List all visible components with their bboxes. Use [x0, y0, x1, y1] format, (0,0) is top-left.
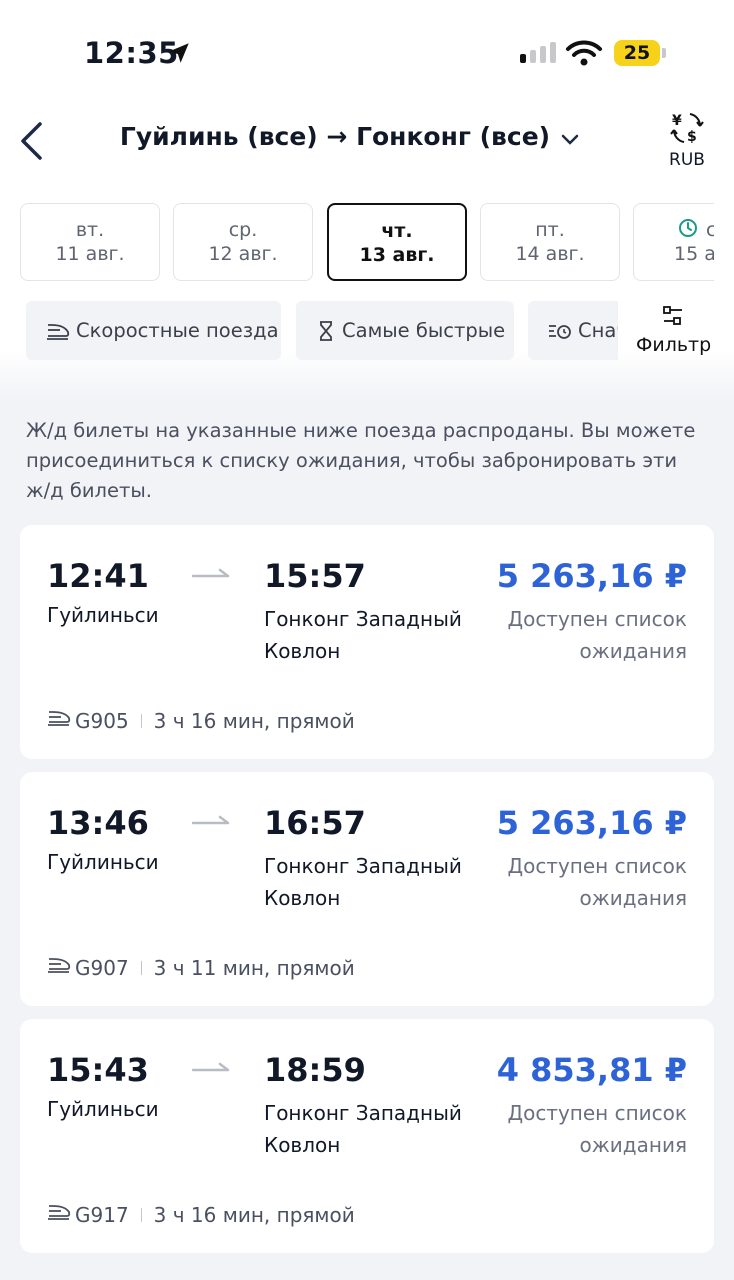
arrival-station: Гонконг Западный Ковлон — [264, 1101, 462, 1157]
train-info: G917 3 ч 16 мин, прямой — [47, 1202, 355, 1227]
train-icon — [47, 1202, 71, 1227]
train-icon — [46, 321, 70, 341]
location-arrow-icon — [166, 40, 192, 70]
arrival-time: 18:59 — [264, 1051, 366, 1089]
waitlist-status: Доступен список ожидания — [507, 1101, 687, 1157]
status-time: 12:35 — [84, 36, 179, 70]
chip-label: Снач — [578, 319, 618, 342]
filter-button[interactable]: Фильтр — [636, 304, 712, 356]
wifi-icon — [566, 40, 602, 70]
departure-time: 15:43 — [47, 1051, 149, 1089]
svg-text:$: $ — [687, 129, 697, 145]
departure-station: Гуйлиньси — [47, 1097, 159, 1121]
departure-station: Гуйлиньси — [47, 850, 159, 874]
train-card[interactable]: 15:43 Гуйлиньси 18:59 Гонконг Западный К… — [20, 1019, 714, 1253]
cellular-signal-icon — [520, 42, 556, 63]
date-tab-day: 13 авг. — [359, 244, 435, 266]
svg-text:¥: ¥ — [672, 113, 682, 129]
train-icon — [47, 955, 71, 980]
clock-icon — [678, 218, 698, 242]
date-tab-dow: с — [706, 219, 714, 241]
filter-label: Фильтр — [636, 334, 712, 356]
departure-time: 12:41 — [47, 557, 149, 595]
route-title[interactable]: Гуйлинь (все) → Гонконг (все) — [100, 122, 600, 153]
currency-label: RUB — [669, 150, 705, 170]
route-arrow-icon — [191, 1057, 230, 1076]
arrival-time: 15:57 — [264, 557, 366, 595]
train-info: G905 3 ч 16 мин, прямой — [47, 708, 355, 733]
ticket-price: 5 263,16 ₽ — [496, 804, 687, 842]
chevron-left-icon — [21, 122, 42, 160]
date-tab-dow: чт. — [381, 220, 413, 242]
route-title-text: Гуйлинь (все) → Гонконг (все) — [119, 122, 551, 151]
trip-duration: 3 ч 16 мин, прямой — [153, 1202, 355, 1227]
train-number: G917 — [75, 1202, 129, 1227]
date-tab-13-selected[interactable]: чт. 13 авг. — [327, 203, 467, 281]
chip-high-speed-trains[interactable]: Скоростные поезда — [26, 301, 281, 360]
waitlist-status: Доступен список ожидания — [507, 607, 687, 663]
chip-sort-earliest[interactable]: Снач — [528, 301, 618, 360]
chevron-down-icon — [560, 124, 580, 153]
train-info: G907 3 ч 11 мин, прямой — [47, 955, 355, 980]
currency-button[interactable]: ¥ $ RUB — [660, 110, 714, 170]
chip-fastest[interactable]: Самые быстрые — [296, 301, 514, 360]
divider — [140, 1207, 142, 1222]
date-tab-15[interactable]: с 15 ав — [633, 203, 714, 281]
date-tab-day: 12 авг. — [208, 243, 278, 265]
departure-station: Гуйлиньси — [47, 603, 159, 627]
date-tab-11[interactable]: вт. 11 авг. — [20, 203, 160, 281]
waitlist-status: Доступен список ожидания — [507, 854, 687, 910]
date-tab-day: 15 ав — [674, 243, 714, 265]
train-card[interactable]: 12:41 Гуйлиньси 15:57 Гонконг Западный К… — [20, 525, 714, 759]
date-tabs: вт. 11 авг. ср. 12 авг. чт. 13 авг. пт. … — [0, 203, 714, 281]
route-arrow-icon — [191, 810, 230, 829]
filter-chips: Скоростные поезда Самые быстрые Снач — [26, 301, 618, 361]
train-number: G907 — [75, 955, 129, 980]
date-tab-day: 11 авг. — [55, 243, 125, 265]
departure-time: 13:46 — [47, 804, 149, 842]
date-tab-day: 14 авг. — [515, 243, 585, 265]
hourglass-icon — [316, 320, 336, 342]
arrival-time: 16:57 — [264, 804, 366, 842]
currency-exchange-icon: ¥ $ — [670, 113, 704, 145]
ticket-price: 4 853,81 ₽ — [496, 1051, 687, 1089]
trip-duration: 3 ч 11 мин, прямой — [153, 955, 355, 980]
chip-label: Самые быстрые — [342, 319, 506, 342]
date-tab-dow: пт. — [535, 219, 565, 241]
divider — [140, 960, 142, 975]
battery-cap — [662, 48, 666, 58]
filter-icon — [663, 306, 682, 325]
date-tab-14[interactable]: пт. 14 авг. — [480, 203, 620, 281]
date-tab-12[interactable]: ср. 12 авг. — [173, 203, 313, 281]
train-icon — [47, 708, 71, 733]
route-arrow-icon — [191, 563, 230, 582]
arrival-station: Гонконг Западный Ковлон — [264, 607, 462, 663]
chip-label: Скоростные поезда — [76, 319, 279, 342]
trip-duration: 3 ч 16 мин, прямой — [153, 708, 355, 733]
arrival-station: Гонконг Западный Ковлон — [264, 854, 462, 910]
back-button[interactable] — [18, 118, 58, 164]
divider — [140, 713, 142, 728]
clock-sort-icon — [548, 321, 572, 341]
date-tab-dow: вт. — [75, 219, 105, 241]
train-number: G905 — [75, 708, 129, 733]
date-tab-dow: ср. — [228, 219, 258, 241]
train-card[interactable]: 13:46 Гуйлиньси 16:57 Гонконг Западный К… — [20, 772, 714, 1006]
ticket-price: 5 263,16 ₽ — [496, 557, 687, 595]
sold-out-notice: Ж/д билеты на указанные ниже поезда расп… — [26, 419, 696, 502]
battery-indicator: 25 — [614, 40, 660, 66]
